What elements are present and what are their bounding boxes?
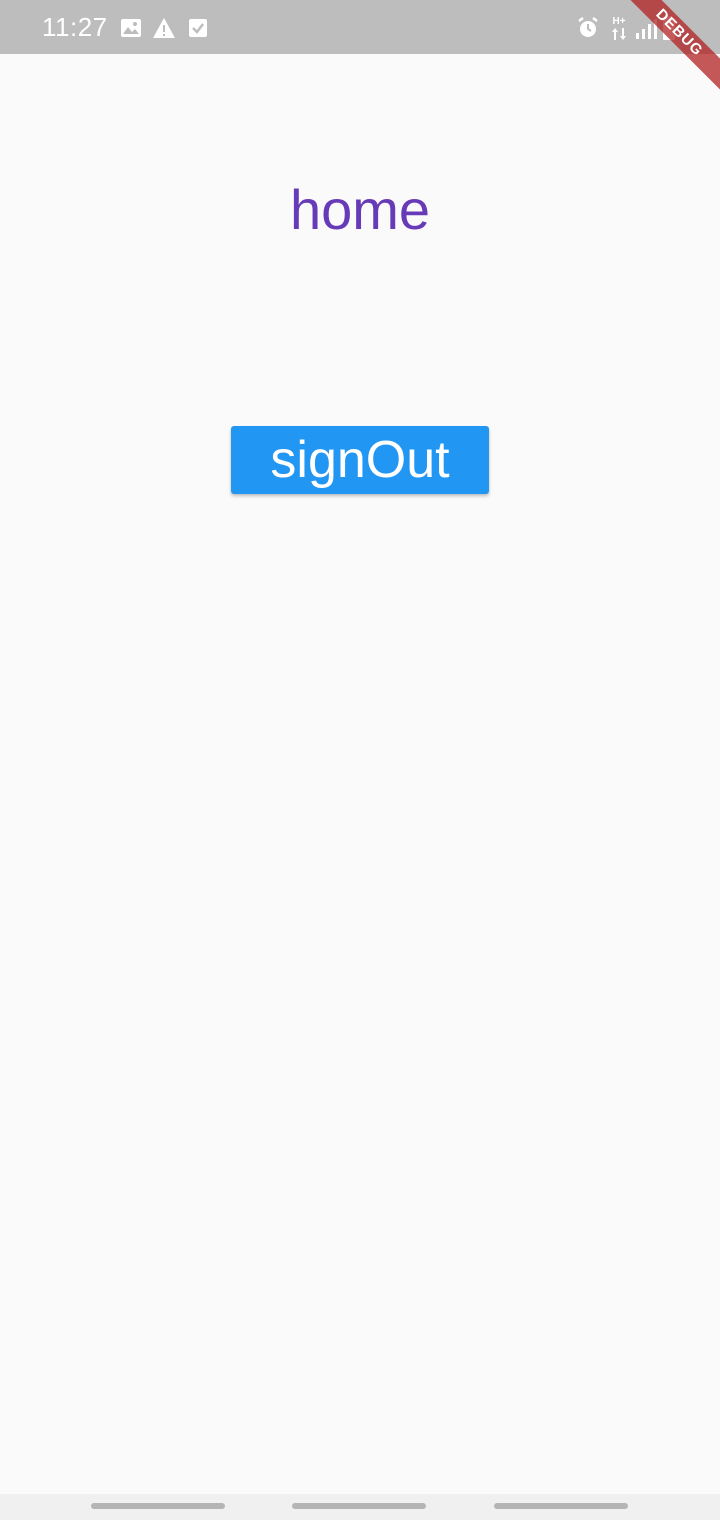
sign-out-button[interactable]: signOut — [231, 426, 489, 494]
navigation-bar — [0, 1494, 720, 1520]
nav-home-handle[interactable] — [292, 1503, 426, 1509]
network-hplus-icon: H+ — [610, 14, 628, 42]
nav-recents-handle[interactable] — [494, 1503, 628, 1509]
status-time: 11:27 — [42, 12, 108, 42]
image-icon — [120, 14, 142, 42]
network-label: H+ — [612, 16, 626, 27]
alarm-icon — [576, 14, 600, 42]
battery-icon — [662, 14, 676, 42]
checkbox-icon — [188, 14, 208, 42]
warning-icon — [152, 14, 176, 42]
page-title: home — [289, 178, 431, 241]
nav-back-handle[interactable] — [91, 1503, 225, 1509]
status-bar: 11:27 H+ — [0, 0, 720, 54]
signal-icon — [634, 14, 660, 42]
